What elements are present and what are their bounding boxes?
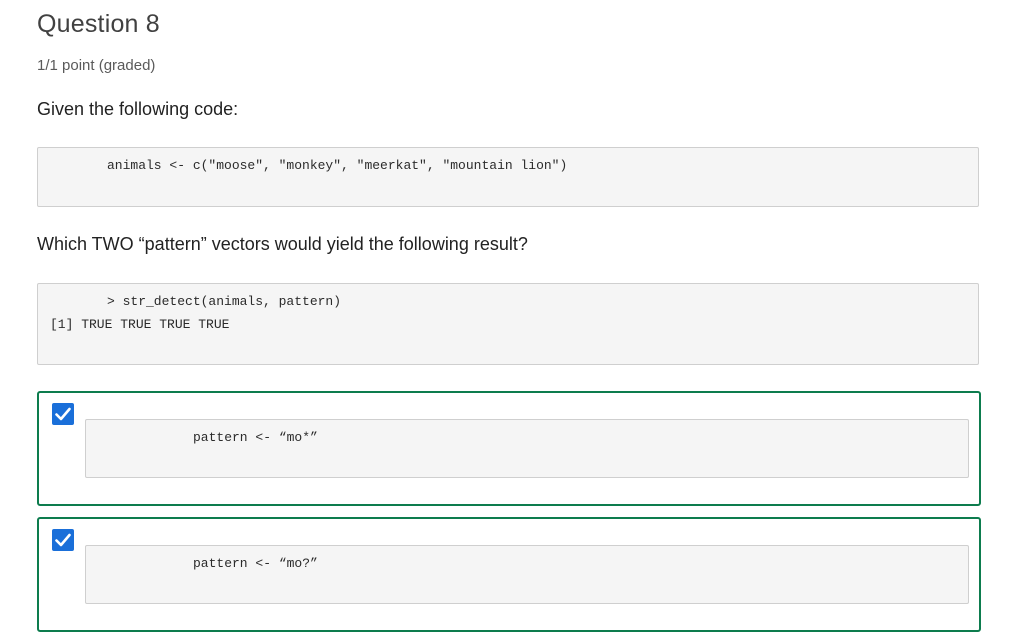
checkmark-icon <box>55 533 71 547</box>
answer-code-line: pattern <- “mo?” <box>193 556 318 571</box>
given-code-block: animals <- c("moose", "monkey", "meerkat… <box>37 147 979 207</box>
answer-choice-1[interactable]: pattern <- “mo*” <box>37 391 981 506</box>
checkbox-checked[interactable] <box>52 403 74 425</box>
question-title: Question 8 <box>37 10 160 38</box>
result-code-block: > str_detect(animals, pattern) [1] TRUE … <box>37 283 979 365</box>
result-code-line-1: > str_detect(animals, pattern) <box>107 294 342 309</box>
points-status: 1/1 point (graded) <box>37 57 156 74</box>
answer-code-block: pattern <- “mo?” <box>85 545 969 604</box>
checkmark-icon <box>55 407 71 421</box>
prompt-intro: Given the following code: <box>37 99 239 119</box>
answer-choice-2[interactable]: pattern <- “mo?” <box>37 517 981 632</box>
result-code-line-2: [1] TRUE TRUE TRUE TRUE <box>50 317 230 332</box>
answer-code-line: pattern <- “mo*” <box>193 430 318 445</box>
prompt-question: Which TWO “pattern” vectors would yield … <box>37 234 528 254</box>
answer-code-block: pattern <- “mo*” <box>85 419 969 478</box>
checkbox-checked[interactable] <box>52 529 74 551</box>
given-code-line: animals <- c("moose", "monkey", "meerkat… <box>107 158 568 173</box>
